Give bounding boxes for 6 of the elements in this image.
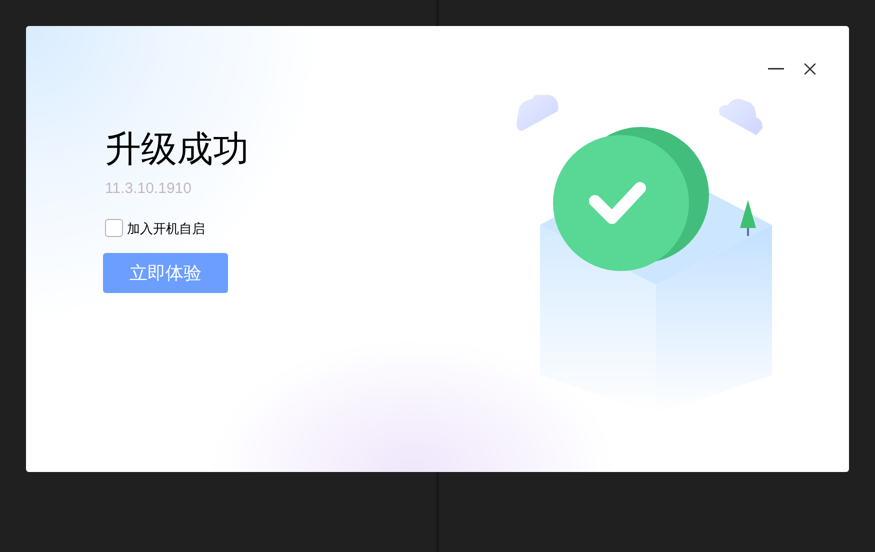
dialog-title: 升级成功	[105, 127, 249, 171]
autostart-label: 加入开机自启	[127, 220, 205, 238]
minimize-icon	[768, 68, 784, 70]
start-button[interactable]: 立即体验	[103, 253, 228, 293]
version-number: 11.3.10.1910	[105, 179, 192, 199]
autostart-checkbox[interactable]	[105, 219, 123, 238]
